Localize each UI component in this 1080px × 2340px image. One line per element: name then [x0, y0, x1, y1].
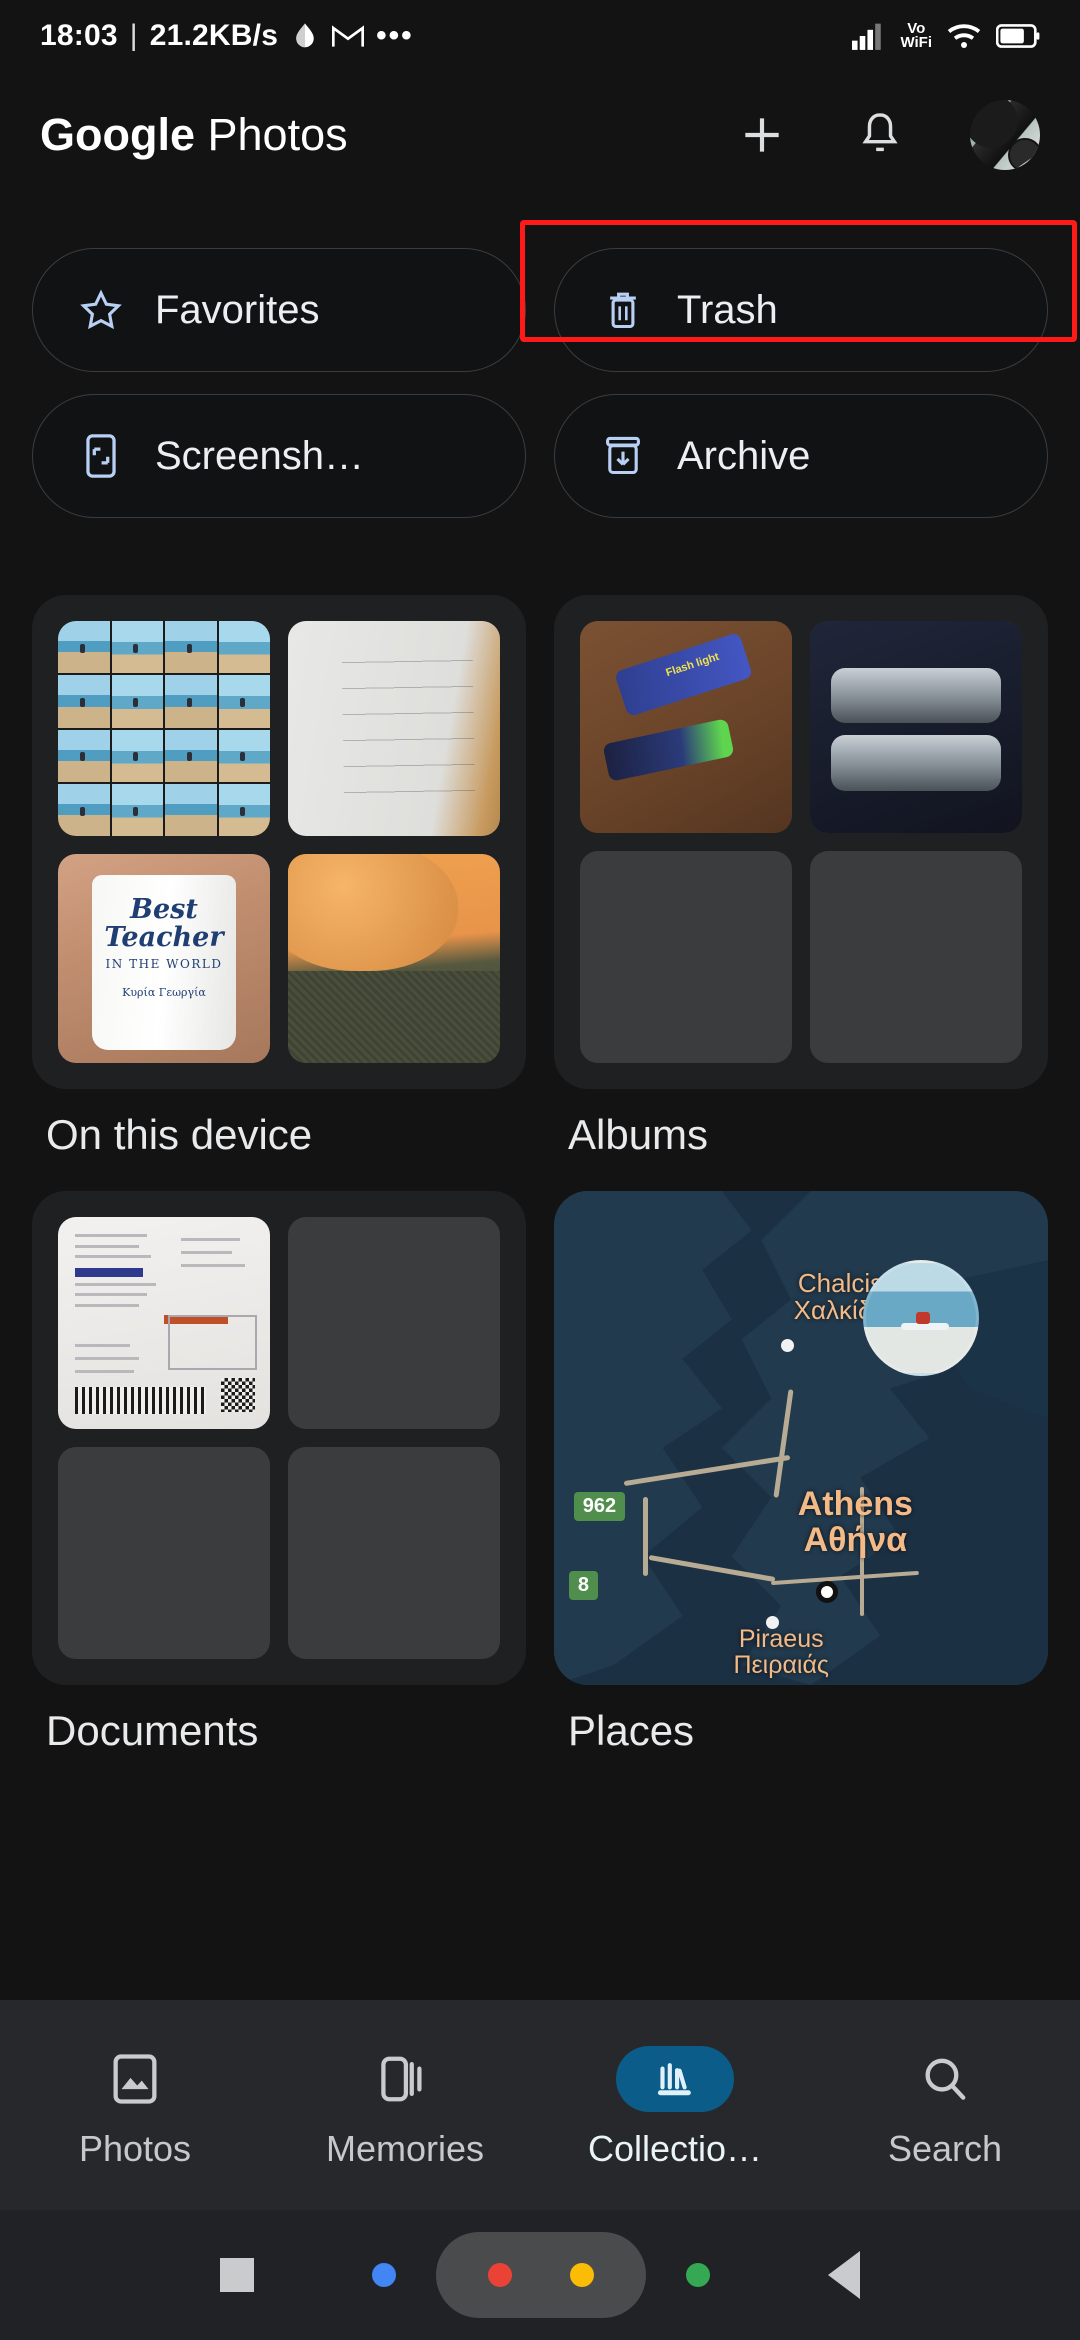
card-on-this-device[interactable]: Best Teacher IN THE WORLD Κυρία Γεωργία … [32, 595, 526, 1159]
map-label-athens: Athens Αθήνα [732, 1487, 979, 1558]
brand-photos: Photos [195, 109, 348, 160]
nav-tab-label: Search [887, 2128, 1003, 2169]
app-header: Google Photos [0, 80, 1080, 190]
assistant-dot-red [488, 2263, 512, 2287]
status-separator: | [129, 19, 138, 52]
nav-tab-collections[interactable]: Collectio… [540, 2046, 810, 2170]
card-thumbnails: Best Teacher IN THE WORLD Κυρία Γεωργία [32, 595, 526, 1089]
chip-label: Trash [677, 287, 778, 332]
card-title: Places [568, 1707, 695, 1754]
status-bar-left: 18:03 | 21.2KB/s ••• [40, 19, 414, 53]
mug-line-2: Teacher [104, 922, 224, 954]
map-label-gr: Πειραιάς [733, 1650, 829, 1679]
mug-line-4: Κυρία Γεωργία [122, 986, 206, 1000]
archive-icon [601, 434, 645, 478]
map-road [642, 1497, 648, 1577]
map-preview: Chalcis Χαλκίδα Athens Αθήνα Piraeus Πει… [554, 1191, 1048, 1685]
collections-icon [616, 2046, 734, 2112]
battery-icon [996, 23, 1040, 49]
quick-access-chips: Favorites Trash Screensh… Archive [0, 248, 1080, 518]
map-road-shield: 8 [568, 1571, 598, 1601]
assistant-dot-green [686, 2263, 710, 2287]
map-photo-marker[interactable] [862, 1260, 979, 1377]
card-albums[interactable]: Flash light Albums [554, 595, 1048, 1159]
trash-icon [601, 288, 645, 332]
thumbnail-battery-cells [810, 621, 1022, 833]
nav-tab-memories[interactable]: Memories [270, 2046, 540, 2170]
thumbnail-empty [288, 1217, 500, 1429]
nav-tab-label: Memories [325, 2128, 485, 2169]
status-bar-right: Vo WiFi [852, 21, 1040, 51]
nav-tab-label: Collectio… [587, 2128, 763, 2169]
nav-tab-photos[interactable]: Photos [0, 2046, 270, 2170]
notifications-button[interactable] [852, 107, 908, 163]
gmail-icon [332, 23, 365, 49]
chip-screenshots[interactable]: Screensh… [32, 394, 526, 518]
brand-google: Google [40, 109, 195, 160]
volte-wifi-icon: Vo WiFi [900, 21, 932, 51]
assistant-dot-yellow [570, 2263, 594, 2287]
card-title: On this device [46, 1111, 313, 1158]
thumbnail-best-teacher-mug: Best Teacher IN THE WORLD Κυρία Γεωργία [58, 854, 270, 1063]
map-road-shield: 962 [573, 1492, 626, 1522]
chip-trash[interactable]: Trash [554, 248, 1048, 372]
page-title: Google Photos [40, 109, 348, 161]
android-system-navigation [0, 2210, 1080, 2340]
map-landmass [554, 1191, 1048, 1685]
nav-tab-search[interactable]: Search [810, 2046, 1080, 2170]
volte-line-2: WiFi [900, 34, 932, 51]
map-label-piraeus: Piraeus Πειραιάς [653, 1626, 910, 1678]
card-thumbnails: Flash light [554, 595, 1048, 1089]
card-places[interactable]: Chalcis Χαλκίδα Athens Αθήνα Piraeus Πει… [554, 1191, 1048, 1755]
mug-line-3: IN THE WORLD [105, 957, 223, 972]
photos-icon [76, 2046, 194, 2112]
map-dot-active [815, 1581, 838, 1604]
google-photos-collections-screen: 18:03 | 21.2KB/s ••• Vo WiFi Google Phot… [0, 0, 1080, 2340]
chip-label: Favorites [155, 287, 320, 332]
account-avatar[interactable] [970, 100, 1040, 170]
back-button[interactable] [828, 2251, 860, 2299]
thumbnail-empty [58, 1447, 270, 1659]
map-label-en: Athens [797, 1485, 913, 1524]
home-assistant-button[interactable] [436, 2232, 646, 2318]
screenshot-icon [79, 434, 123, 478]
recents-button[interactable] [220, 2258, 254, 2292]
card-documents[interactable]: Documents [32, 1191, 526, 1755]
wifi-icon [946, 22, 982, 50]
map-label-gr: Αθήνα [803, 1520, 908, 1559]
keep-icon [290, 21, 320, 51]
thumbnail-scanned-receipt [58, 1217, 270, 1429]
status-bar: 18:03 | 21.2KB/s ••• Vo WiFi [0, 0, 1080, 72]
add-button[interactable] [734, 107, 790, 163]
star-icon [79, 288, 123, 332]
map-label-en: Piraeus [738, 1624, 824, 1653]
network-speed: 21.2KB/s [149, 19, 279, 52]
card-title: Documents [46, 1707, 259, 1754]
status-time: 18:03 [40, 19, 118, 52]
chip-label: Archive [677, 433, 811, 478]
thumbnail-ginger-cat [288, 854, 500, 1063]
nav-tab-label: Photos [78, 2128, 192, 2169]
thumbnail-empty [810, 851, 1022, 1063]
card-thumbnails [32, 1191, 526, 1685]
search-icon [886, 2046, 1004, 2112]
signal-icon [852, 22, 886, 50]
thumbnail-empty [288, 1447, 500, 1659]
flash-label: Flash light [664, 650, 721, 680]
thumbnail-handwritten-note [288, 621, 500, 836]
memories-icon [346, 2046, 464, 2112]
status-overflow-dots: ••• [376, 19, 414, 52]
card-title: Albums [568, 1111, 709, 1158]
chip-archive[interactable]: Archive [554, 394, 1048, 518]
thumbnail-beach-grid [58, 621, 270, 836]
chip-favorites[interactable]: Favorites [32, 248, 526, 372]
assistant-dot-blue [372, 2263, 396, 2287]
mug-line-1: Best [130, 893, 198, 925]
thumbnail-flashlight-tools: Flash light [580, 621, 792, 833]
chip-label: Screensh… [155, 433, 364, 478]
bottom-navigation: Photos Memories Collectio… Search [0, 2000, 1080, 2210]
thumbnail-empty [580, 851, 792, 1063]
app-header-actions [734, 100, 1040, 170]
collections-card-grid: Best Teacher IN THE WORLD Κυρία Γεωργία … [0, 595, 1080, 1755]
